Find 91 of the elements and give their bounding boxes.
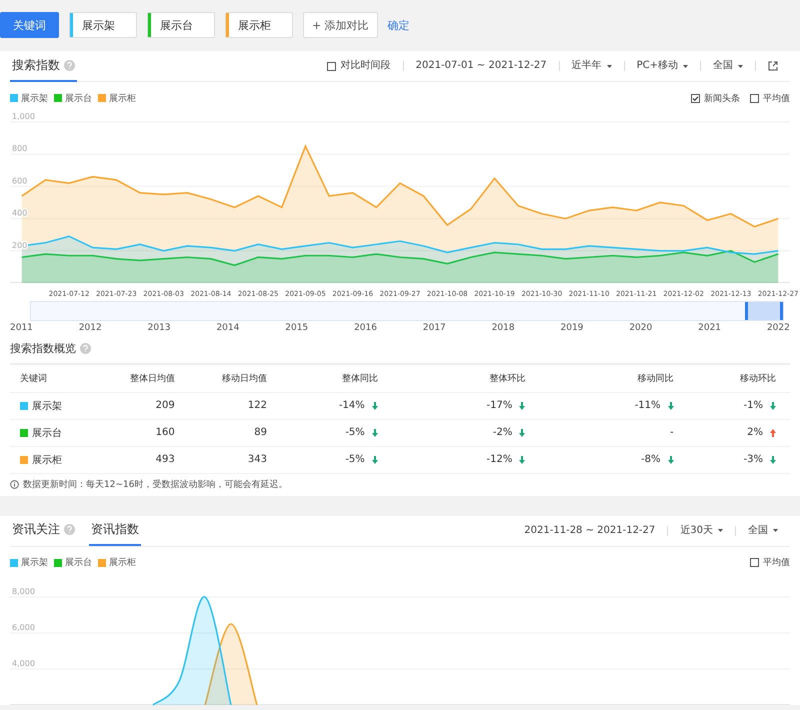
section-title: 搜索指数概览: [10, 340, 76, 356]
y-axis-label: 4,000: [12, 658, 35, 668]
cell-text: -14%: [338, 400, 365, 411]
dropdown[interactable]: PC+移动: [624, 61, 700, 71]
column-header: 移动同比: [585, 364, 698, 392]
section-tab[interactable]: 资讯关注: [10, 515, 77, 546]
cell-text: 展示架: [32, 400, 62, 412]
legend-label[interactable]: 展示台: [65, 556, 92, 569]
caret-icon: [773, 529, 778, 532]
info-icon: [10, 480, 19, 489]
dropdown[interactable]: 全国: [700, 61, 755, 71]
y-axis-label: 200: [12, 240, 28, 250]
cell-text: -17%: [486, 400, 512, 411]
checkbox[interactable]: [750, 94, 759, 102]
column-header: 关键词: [10, 364, 90, 392]
range-selection-handle[interactable]: [745, 302, 783, 320]
keyword-text: 展示台: [159, 18, 193, 34]
dropdown[interactable]: 近30天: [667, 526, 735, 536]
caret-icon: [683, 64, 688, 68]
y-axis-label: 6,000: [12, 622, 35, 632]
column-header: 整体同比: [281, 364, 418, 392]
dropdown[interactable]: 全国: [735, 526, 790, 536]
cell-text: -: [670, 427, 674, 438]
checkbox[interactable]: [326, 62, 336, 70]
year-label: 2015: [285, 323, 308, 333]
column-header: 整体日均值: [90, 364, 175, 392]
y-axis-label: 800: [12, 144, 28, 154]
cell-text: 89: [254, 427, 267, 438]
cell-text: 122: [248, 400, 267, 411]
column-header: 整体环比: [418, 364, 586, 392]
cell-text: -3%: [744, 454, 763, 465]
keyword-text: 展示柜: [237, 18, 271, 34]
cell-text: -1%: [744, 400, 763, 411]
legend-label[interactable]: 展示柜: [109, 556, 136, 569]
keyword-chip[interactable]: 展示台: [147, 12, 215, 38]
cell-text: -12%: [486, 454, 512, 465]
checkbox-label: 平均值: [763, 556, 790, 569]
checkbox-label: 新闻头条: [704, 92, 740, 104]
legend-label[interactable]: 展示柜: [109, 92, 136, 104]
column-header: 移动环比: [698, 364, 790, 392]
cell-text: -5%: [345, 454, 365, 465]
y-axis-label: 600: [12, 176, 28, 186]
year-label: 2011: [10, 323, 33, 333]
year-label: 2016: [354, 323, 377, 333]
keyword-text: 展示架: [81, 18, 115, 34]
checkbox[interactable]: [691, 94, 700, 102]
date-range[interactable]: 2021-11-28 ~ 2021-12-27: [512, 526, 668, 536]
legend-label[interactable]: 展示架: [21, 92, 48, 104]
year-label: 2021: [698, 323, 722, 333]
legend-label[interactable]: 展示台: [65, 92, 92, 104]
cell-text: 343: [248, 454, 267, 465]
y-axis-label: 8,000: [12, 586, 35, 596]
cell-text: 2%: [747, 427, 763, 438]
year-label: 2018: [492, 323, 515, 333]
cell-text: -11%: [634, 400, 661, 411]
keyword-chip[interactable]: 展示柜: [225, 12, 293, 38]
cell-text: 160: [156, 427, 175, 438]
cell-text: 493: [156, 454, 175, 465]
year-label: 2020: [629, 323, 652, 333]
section-tab[interactable]: 搜索指数: [10, 50, 77, 82]
caret-icon: [738, 64, 743, 68]
update-note: 数据更新时间：每天12~16时，受数据波动影响，可能会有延迟。: [23, 478, 288, 491]
cell-text: -8%: [641, 454, 661, 465]
column-header: 移动日均值: [174, 364, 281, 392]
year-label: 2019: [560, 323, 584, 333]
caret-icon: [718, 529, 723, 532]
legend-label[interactable]: 展示架: [21, 556, 48, 569]
dropdown[interactable]: 近半年: [558, 61, 624, 71]
keyword-chip[interactable]: 展示架: [69, 12, 137, 38]
cell-text: 展示柜: [32, 454, 62, 466]
confirm-link[interactable]: 确定: [388, 18, 410, 32]
year-label: 2013: [148, 323, 171, 333]
year-label: 2014: [216, 323, 240, 333]
checkbox-label: 对比时间段: [340, 61, 391, 71]
cell-text: 展示台: [32, 426, 62, 440]
checkbox[interactable]: [750, 558, 759, 567]
year-label: 2022: [766, 323, 790, 333]
cell-text: 209: [156, 400, 175, 411]
year-label: 2012: [78, 323, 102, 333]
year-label: 2017: [422, 323, 446, 333]
date-range[interactable]: 2021-07-01 ~ 2021-12-27: [402, 61, 559, 71]
add-compare-button[interactable]: + 添加对比: [303, 12, 378, 38]
keyword-button[interactable]: 关键词: [0, 12, 59, 38]
checkbox-label: 平均值: [763, 92, 790, 104]
y-axis-label: 400: [12, 208, 28, 218]
export-icon[interactable]: [768, 61, 778, 71]
y-axis-label: 1,000: [12, 112, 35, 121]
section-tab[interactable]: 资讯指数: [89, 515, 141, 546]
caret-icon: [606, 64, 612, 68]
cell-text: -5%: [345, 427, 365, 438]
cell-text: -2%: [492, 427, 512, 438]
